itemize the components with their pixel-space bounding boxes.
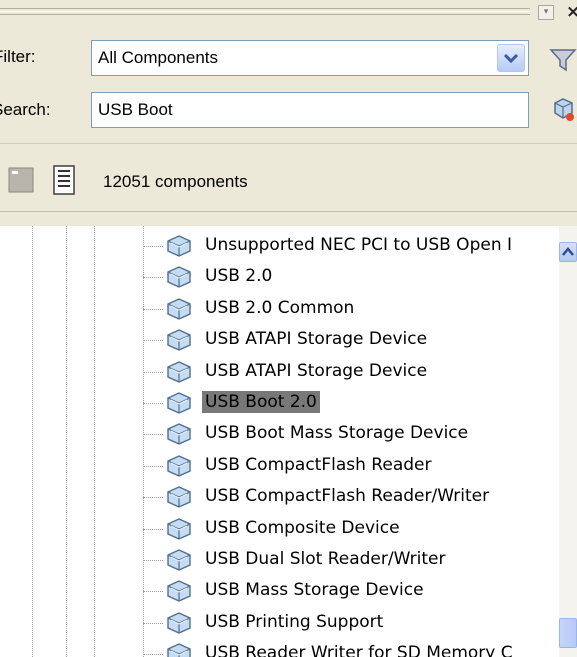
filter-select[interactable]: All Components (91, 40, 529, 76)
tree-item[interactable]: USB CompactFlash Reader/Writer (0, 481, 560, 512)
tree-item[interactable]: USB Reader Writer for SD Memory C (0, 638, 560, 657)
tree-connector (143, 497, 163, 499)
tree-item-label: Unsupported NEC PCI to USB Open I (205, 235, 513, 255)
tree-item[interactable]: USB ATAPI Storage Device (0, 356, 560, 387)
filter-label: Filter: (0, 47, 36, 66)
component-cube-icon (164, 264, 194, 290)
funnel-icon[interactable] (548, 45, 577, 73)
tree-connector (143, 340, 163, 342)
tree-connector (143, 371, 163, 373)
tree-item[interactable]: USB 2.0 Common (0, 293, 560, 324)
search-label: Search: (0, 100, 51, 119)
tree-connector (143, 654, 163, 656)
component-count: 12051 components (103, 172, 248, 191)
tree-item-label: USB 2.0 (205, 266, 273, 287)
component-cube-icon (164, 610, 194, 636)
tree-item-label: USB ATAPI Storage Device (205, 329, 428, 350)
tree-item-label: USB Reader Writer for SD Memory C (205, 643, 513, 657)
tree-connector (143, 403, 163, 404)
panel-grip[interactable] (0, 8, 530, 16)
tree-connector (143, 308, 163, 310)
tree-item-label: USB ATAPI Storage Device (205, 360, 428, 381)
search-globe-icon[interactable] (550, 95, 577, 125)
vertical-scrollbar[interactable] (559, 226, 577, 657)
component-cube-icon (164, 359, 194, 385)
component-cube-icon (164, 327, 194, 353)
tree-connector (143, 591, 163, 593)
separator (0, 143, 577, 144)
tree-item[interactable]: USB Composite Device (0, 513, 560, 544)
tree-item[interactable]: Unsupported NEC PCI to USB Open I (0, 230, 560, 261)
tree-connector (143, 434, 163, 436)
component-cube-icon (164, 296, 194, 322)
chevron-up-icon (562, 247, 574, 256)
filter-dropdown-button[interactable] (497, 44, 525, 72)
tree-item-label: USB Printing Support (205, 611, 384, 632)
component-cube-icon (164, 578, 194, 604)
view-list-icon[interactable] (52, 165, 76, 195)
tree-item-label: USB Composite Device (205, 517, 400, 538)
tree-item-label: USB Dual Slot Reader/Writer (205, 549, 446, 569)
tree-item-label: USB Mass Storage Device (205, 580, 424, 601)
component-cube-icon (164, 233, 194, 259)
tree-connector (143, 560, 163, 561)
view-small-icon[interactable] (8, 167, 34, 193)
tree-item[interactable]: USB CompactFlash Reader (0, 450, 560, 481)
tree-item[interactable]: USB Printing Support (0, 607, 560, 638)
tree-connector (143, 277, 163, 279)
panel-title-strip: ▾ × (0, 0, 577, 26)
tree-item[interactable]: USB Mass Storage Device (0, 575, 560, 606)
separator (0, 211, 577, 212)
tree-item-label: USB Boot 2.0 (202, 391, 320, 413)
tree-item[interactable]: USB 2.0 (0, 261, 560, 292)
tree-item-label: USB Boot Mass Storage Device (205, 423, 469, 444)
tree-connector (143, 465, 163, 467)
component-cube-icon (164, 390, 194, 416)
close-icon[interactable]: × (566, 2, 577, 22)
tree-item-label: USB 2.0 Common (205, 297, 355, 318)
filter-select-value: All Components (98, 48, 219, 67)
component-cube-icon (164, 547, 194, 573)
component-cube-icon (164, 421, 194, 447)
component-tree[interactable]: Unsupported NEC PCI to USB Open I USB 2.0… (0, 226, 577, 657)
chevron-down-icon (503, 53, 519, 64)
tree-item[interactable]: USB Dual Slot Reader/Writer (0, 544, 560, 575)
scroll-up-button[interactable] (559, 242, 577, 262)
tree-connector (143, 246, 163, 247)
scroll-thumb[interactable] (559, 618, 577, 648)
component-cube-icon (164, 484, 194, 510)
component-cube-icon (164, 516, 194, 542)
component-cube-icon (164, 641, 194, 657)
tree-connector (143, 528, 163, 530)
tree-item[interactable]: USB Boot 2.0 (0, 387, 560, 418)
tree-connector (143, 622, 163, 624)
tree-item[interactable]: USB ATAPI Storage Device (0, 324, 560, 355)
tree-item-label: USB CompactFlash Reader/Writer (205, 486, 490, 507)
search-input[interactable]: USB Boot (91, 92, 529, 128)
component-cube-icon (164, 453, 194, 479)
panel-dropdown-button[interactable]: ▾ (538, 5, 554, 20)
tree-item-label: USB CompactFlash Reader (205, 454, 432, 475)
tree-item[interactable]: USB Boot Mass Storage Device (0, 418, 560, 449)
search-input-value: USB Boot (98, 100, 173, 119)
